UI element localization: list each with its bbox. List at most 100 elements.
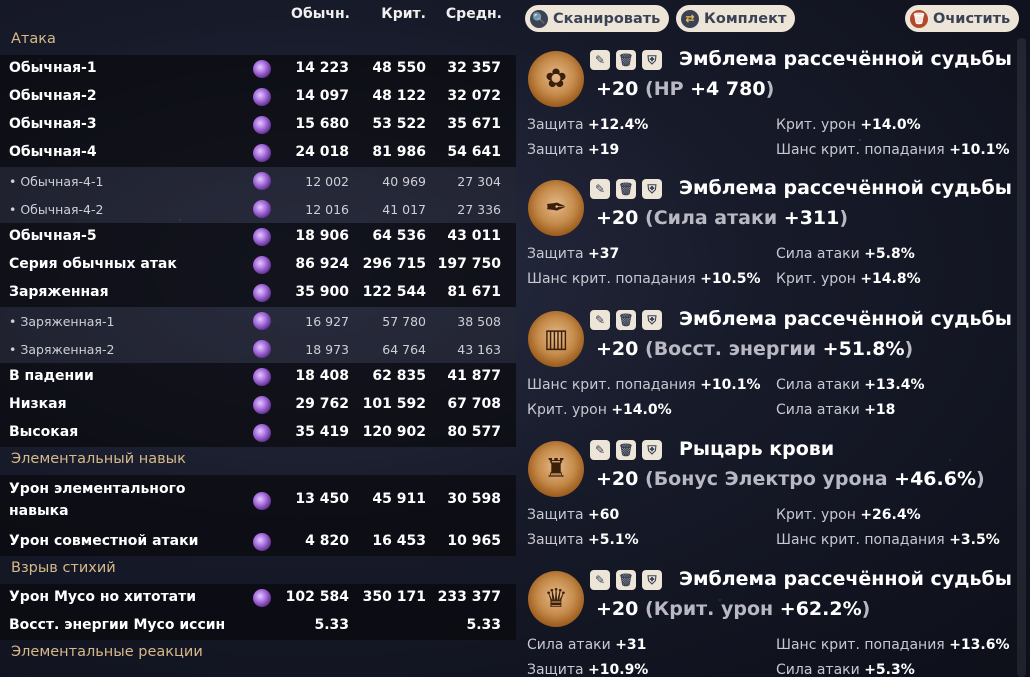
- substat: Крит. урон +14.0%: [527, 402, 672, 418]
- main-stat-key: Восст. энергии: [653, 338, 817, 360]
- value-average: 32 072: [447, 88, 501, 104]
- equip-icon[interactable]: ⛨: [642, 179, 662, 199]
- table-row: Обычная-5 18 906 64 536 43 011: [0, 223, 516, 251]
- value-crit: 16 453: [372, 533, 426, 549]
- equip-icon[interactable]: ⛨: [642, 440, 662, 460]
- artifact-level: +20: [596, 78, 639, 100]
- row-label: Урон Мусо но хитотати: [9, 589, 197, 605]
- main-stat-key: Бонус Электро урона: [653, 468, 888, 490]
- clear-button-label: Очистить: [933, 10, 1011, 27]
- electro-element-icon: [253, 589, 271, 607]
- artifact-icon: ♛: [528, 571, 584, 627]
- value-average: 38 508: [457, 314, 501, 329]
- main-stat-value: +51.8%: [822, 338, 905, 360]
- artifact-card: ♛ ✎ 🗑 ⛨ Эмблема рассечённой судьбы +20 (…: [516, 565, 1016, 677]
- edit-icon[interactable]: ✎: [590, 50, 610, 70]
- equip-icon[interactable]: ⛨: [642, 50, 662, 70]
- substat: Шанс крит. попадания +13.6%: [776, 637, 1010, 653]
- delete-icon[interactable]: 🗑: [616, 440, 636, 460]
- table-row: Обычная-4 24 018 81 986 54 641: [0, 139, 516, 167]
- electro-element-icon: [253, 200, 271, 218]
- value-average: 41 877: [447, 368, 501, 384]
- damage-table: Обычн. Крит. Средн. Атака Обычная-1 14 223…: [0, 0, 516, 677]
- artifact-icon: ✿: [528, 51, 584, 107]
- delete-icon[interactable]: 🗑: [616, 310, 636, 330]
- electro-element-icon: [253, 492, 271, 510]
- value-crit: 64 536: [372, 228, 426, 244]
- value-average: 67 708: [447, 396, 501, 412]
- substat: Сила атаки +5.8%: [776, 246, 915, 262]
- edit-icon[interactable]: ✎: [590, 179, 610, 199]
- substat: Сила атаки +31: [527, 637, 647, 653]
- delete-icon[interactable]: 🗑: [616, 179, 636, 199]
- table-row: Восст. энергии Мусо иссин 5.33 5.33: [0, 612, 516, 640]
- section-title: Взрыв стихий: [11, 560, 116, 576]
- electro-element-icon: [253, 284, 271, 302]
- table-row: Серия обычных атак 86 924 296 715 197 750: [0, 251, 516, 279]
- edit-icon[interactable]: ✎: [590, 310, 610, 330]
- value-normal: 12 016: [305, 202, 349, 217]
- value-normal: 4 820: [305, 533, 349, 549]
- value-crit: 45 911: [372, 491, 426, 507]
- table-row: Заряженная 35 900 122 544 81 671: [0, 279, 516, 307]
- artifact-set-name: Эмблема рассечённой судьбы: [679, 48, 1012, 70]
- electro-element-icon: [253, 396, 271, 414]
- value-average: 43 011: [447, 228, 501, 244]
- equip-icon[interactable]: ⛨: [642, 570, 662, 590]
- value-normal: 13 450: [295, 491, 349, 507]
- value-normal: 24 018: [295, 144, 349, 160]
- trash-icon: 🗑: [910, 9, 928, 28]
- scrollbar[interactable]: [1017, 38, 1026, 677]
- value-average: 32 357: [447, 60, 501, 76]
- value-crit: 296 715: [362, 256, 426, 272]
- delete-icon[interactable]: 🗑: [616, 50, 636, 70]
- value-normal: 86 924: [295, 256, 349, 272]
- scan-button[interactable]: 🔍 Сканировать: [525, 5, 670, 32]
- table-row: Урон элементального навыка 13 450 45 911 30…: [0, 475, 516, 528]
- value-normal: 18 973: [305, 342, 349, 357]
- row-label: Высокая: [9, 424, 79, 440]
- artifact-level: +20: [596, 207, 639, 229]
- value-crit: 62 835: [372, 368, 426, 384]
- delete-icon[interactable]: 🗑: [616, 570, 636, 590]
- clear-button[interactable]: 🗑 Очистить: [905, 5, 1020, 32]
- artifact-card: ✒ ✎ 🗑 ⛨ Эмблема рассечённой судьбы +20 (…: [516, 174, 1016, 304]
- electro-element-icon: [253, 368, 271, 386]
- substat: Шанс крит. попадания +10.1%: [527, 377, 761, 393]
- artifact-card: ▥ ✎ 🗑 ⛨ Эмблема рассечённой судьбы +20 (…: [516, 305, 1016, 435]
- edit-icon[interactable]: ✎: [590, 570, 610, 590]
- row-label: Урон совместной атаки: [9, 533, 199, 549]
- value-normal: 5.33: [314, 617, 349, 633]
- set-button[interactable]: ⇄ Комплект: [676, 5, 796, 32]
- main-stat-value: +4 780: [690, 78, 766, 100]
- value-average: 80 577: [447, 424, 501, 440]
- section-title: Элементальный навык: [11, 451, 186, 467]
- value-crit: 57 780: [382, 314, 426, 329]
- row-label: Обычная-2: [9, 88, 97, 104]
- main-stat-value: +46.6%: [894, 468, 976, 490]
- equip-icon[interactable]: ⛨: [642, 310, 662, 330]
- table-rows: Атака Обычная-1 14 223 48 550 32 357 Обычная-…: [0, 27, 516, 668]
- artifact-icon: ✒: [528, 180, 584, 236]
- value-normal: 29 762: [295, 396, 349, 412]
- value-average: 27 336: [457, 202, 501, 217]
- value-average: 27 304: [457, 174, 501, 189]
- electro-element-icon: [253, 228, 271, 246]
- artifact-panel: 🔍 Сканировать ⇄ Комплект 🗑 Очистить ✿ ✎ …: [516, 0, 1030, 677]
- row-label: Урон элементального навыка: [9, 481, 186, 519]
- main-stat-key: Сила атаки: [653, 207, 778, 229]
- section-header: Элементальный навык: [0, 447, 516, 475]
- header-average: Средн.: [445, 6, 502, 22]
- artifact-icon: ▥: [528, 311, 584, 367]
- edit-icon[interactable]: ✎: [590, 440, 610, 460]
- substat: Шанс крит. попадания +3.5%: [776, 532, 1000, 548]
- value-normal: 12 002: [305, 174, 349, 189]
- row-label: Низкая: [9, 396, 67, 412]
- row-label: Заряженная: [9, 284, 109, 300]
- search-icon: 🔍: [530, 9, 548, 28]
- substat: Сила атаки +18: [776, 402, 896, 418]
- artifact-level: +20: [596, 598, 639, 620]
- table-row: Урон Мусо но хитотати 102 584 350 171 233 3…: [0, 584, 516, 612]
- value-normal: 15 680: [295, 116, 349, 132]
- artifact-card: ♜ ✎ 🗑 ⛨ Рыцарь крови +20 (Бонус Электро …: [516, 435, 1016, 565]
